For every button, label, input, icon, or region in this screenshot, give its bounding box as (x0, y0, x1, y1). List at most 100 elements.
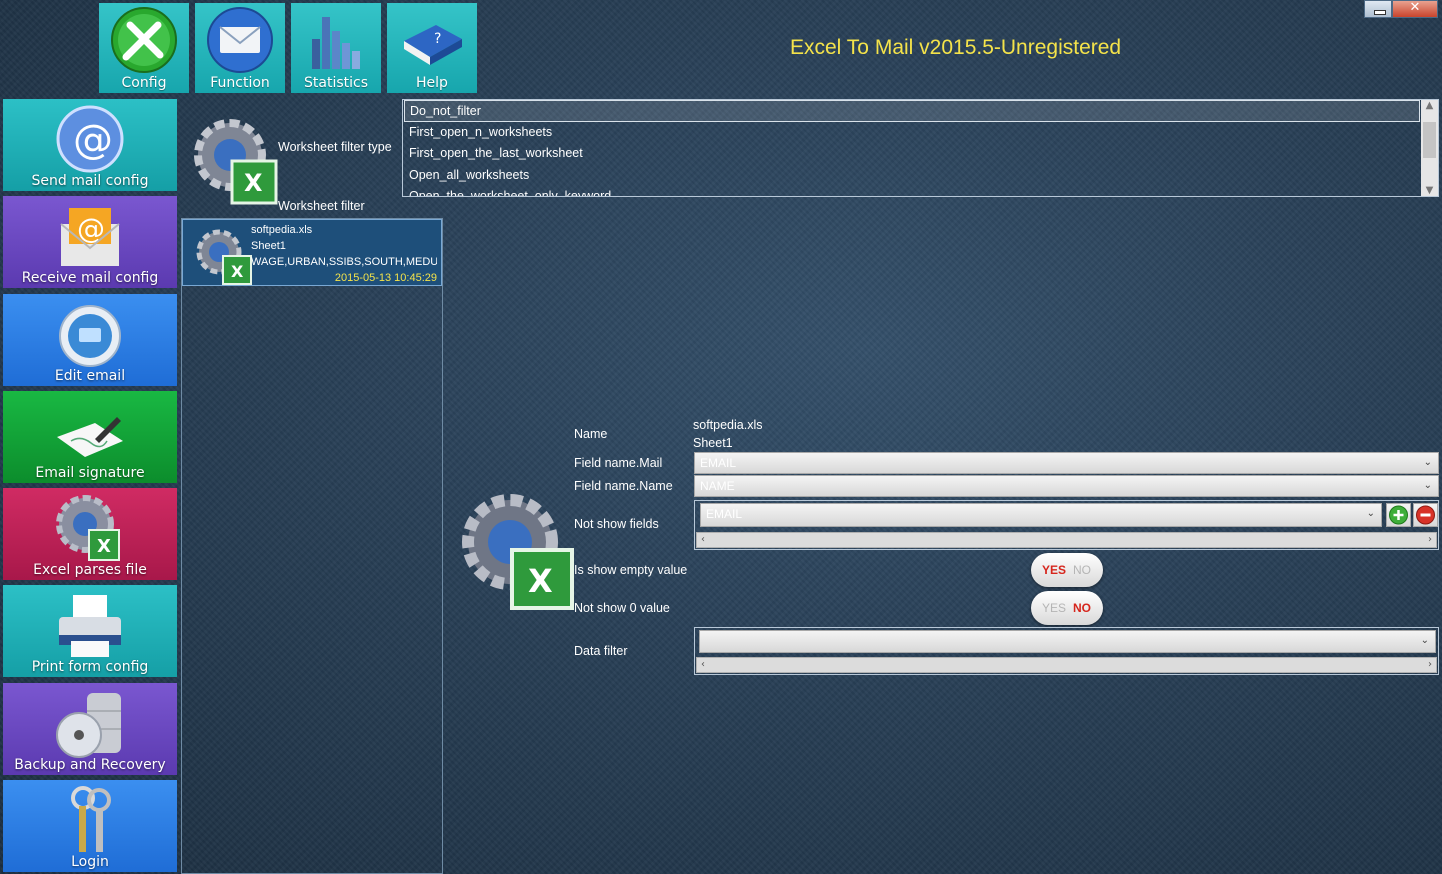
show-empty-toggle[interactable]: YES NO (1031, 553, 1103, 587)
sidebar-item-print-form-config[interactable]: Print form config (3, 585, 177, 677)
svg-text:X: X (231, 262, 244, 281)
sidebar-item-excel-parses-file[interactable]: X Excel parses file (3, 488, 177, 580)
file-name: softpedia.xls (251, 224, 313, 236)
not-show-fields-select[interactable]: EMAIL ⌄ (700, 503, 1382, 527)
data-filter-scrollbar[interactable]: ‹ › (696, 657, 1437, 673)
toolbar-config-label: Config (121, 75, 167, 91)
sidebar-item-label: Excel parses file (33, 562, 147, 578)
wrench-icon (111, 7, 177, 73)
mail-envelope-icon: @ (60, 208, 120, 266)
toggle-yes: YES (1042, 601, 1067, 615)
gear-excel-icon: X (194, 119, 278, 205)
gear-excel-icon: X (56, 495, 120, 561)
list-item[interactable]: First_open_the_last_worksheet (403, 143, 1438, 165)
sidebar-item-label: Login (71, 854, 109, 870)
list-item[interactable]: Do_not_filter (404, 100, 1420, 122)
sidebar-item-login[interactable]: Login (3, 780, 177, 872)
svg-text:X: X (97, 536, 111, 557)
toggle-yes: YES (1042, 563, 1067, 577)
sidebar-item-label: Backup and Recovery (14, 757, 166, 773)
file-sheet: Sheet1 (251, 240, 286, 252)
sidebar-item-label: Print form config (31, 659, 149, 675)
svg-text:X: X (528, 562, 553, 600)
svg-text:@: @ (73, 117, 113, 163)
sidebar-item-label: Edit email (54, 368, 126, 384)
list-item[interactable]: Open_the_worksheet_only_keyword (403, 186, 1438, 196)
remove-field-button[interactable] (1413, 503, 1438, 527)
plus-circle-icon (1389, 505, 1408, 525)
toolbar-function-label: Function (210, 75, 270, 91)
field-name-value: NAME (700, 479, 735, 493)
toolbar-help-button[interactable]: ? Help (387, 3, 477, 93)
at-sign-icon: @ (56, 105, 124, 173)
worksheet-filter-type-list[interactable]: Do_not_filter First_open_n_worksheets Fi… (402, 99, 1439, 197)
show-empty-label: Is show empty value (574, 563, 688, 577)
list-scrollbar[interactable]: ▲ ▼ (1421, 100, 1438, 196)
name-value-file: softpedia.xls (693, 418, 763, 432)
data-filter-select[interactable]: ⌄ (699, 630, 1436, 653)
file-list-panel (181, 218, 443, 874)
list-item[interactable]: Open_all_worksheets (403, 165, 1438, 187)
toggle-no: NO (1073, 563, 1091, 577)
edit-email-icon (59, 305, 121, 367)
toggle-no: NO (1073, 601, 1091, 615)
chevron-down-icon: ⌄ (1420, 635, 1429, 646)
add-field-button[interactable] (1386, 503, 1411, 527)
toolbar-statistics-label: Statistics (304, 75, 368, 91)
gear-excel-icon: X (462, 494, 574, 610)
svg-text:X: X (244, 169, 263, 197)
name-label: Name (574, 427, 608, 441)
scroll-left-icon[interactable]: ‹ (701, 533, 705, 547)
toolbar-help-label: Help (416, 75, 448, 91)
not-show-zero-toggle[interactable]: YES NO (1031, 591, 1103, 625)
sidebar-item-label: Receive mail config (21, 270, 159, 286)
sidebar-item-label: Email signature (35, 465, 145, 481)
field-mail-value: EMAIL (700, 456, 737, 470)
close-icon: ✕ (1409, 0, 1421, 15)
scroll-right-icon[interactable]: › (1428, 658, 1432, 672)
sidebar-item-email-signature[interactable]: Email signature (3, 391, 177, 483)
scroll-left-icon[interactable]: ‹ (701, 658, 705, 672)
gear-excel-icon: X (196, 229, 252, 285)
field-mail-label: Field name.Mail (574, 456, 663, 470)
help-book-icon: ? (404, 25, 462, 65)
signature-icon (57, 417, 123, 457)
toolbar-config-button[interactable]: Config (99, 3, 189, 93)
sidebar-item-label: Send mail config (31, 173, 149, 189)
scroll-down-icon[interactable]: ▼ (1421, 185, 1438, 196)
svg-text:?: ? (434, 31, 441, 47)
list-item[interactable]: First_open_n_worksheets (403, 122, 1438, 144)
not-show-fields-scrollbar[interactable]: ‹ › (696, 532, 1437, 548)
scroll-right-icon[interactable]: › (1428, 533, 1432, 547)
printer-icon (59, 595, 121, 657)
chevron-down-icon: ⌄ (1423, 457, 1432, 468)
file-fields: WAGE,URBAN,SSIBS,SOUTH,MEDUC (251, 256, 437, 268)
close-button[interactable]: ✕ (1392, 0, 1438, 18)
scroll-up-icon[interactable]: ▲ (1421, 100, 1438, 111)
not-show-fields-label: Not show fields (574, 517, 659, 531)
bar-chart-icon (312, 17, 360, 69)
sidebar-item-edit-email[interactable]: Edit email (3, 294, 177, 386)
data-filter-label: Data filter (574, 644, 628, 658)
file-list-item[interactable]: X softpedia.xls Sheet1 WAGE,URBAN,SSIBS,… (182, 219, 442, 286)
toolbar-statistics-button[interactable]: Statistics (291, 3, 381, 93)
not-show-zero-label: Not show 0 value (574, 601, 670, 615)
toolbar-function-button[interactable]: Function (195, 3, 285, 93)
envelope-icon (207, 7, 273, 73)
scroll-thumb[interactable] (1423, 122, 1436, 158)
sidebar-item-send-mail-config[interactable]: @ Send mail config (3, 99, 177, 191)
sidebar-item-backup-and-recovery[interactable]: Backup and Recovery (3, 683, 177, 775)
worksheet-filter-type-label: Worksheet filter type (278, 140, 392, 154)
database-disc-icon (56, 693, 121, 758)
name-value-sheet: Sheet1 (693, 436, 733, 450)
chevron-down-icon: ⌄ (1366, 508, 1375, 519)
field-name-label: Field name.Name (574, 479, 673, 493)
field-name-select[interactable]: NAME ⌄ (694, 475, 1439, 497)
not-show-fields-value: EMAIL (706, 507, 743, 521)
file-date: 2015-05-13 10:45:29 (334, 272, 437, 284)
minimize-button[interactable] (1364, 0, 1392, 18)
keys-icon (71, 786, 111, 852)
chevron-down-icon: ⌄ (1423, 480, 1432, 491)
sidebar-item-receive-mail-config[interactable]: @ Receive mail config (3, 196, 177, 288)
field-mail-select[interactable]: EMAIL ⌄ (694, 452, 1439, 474)
